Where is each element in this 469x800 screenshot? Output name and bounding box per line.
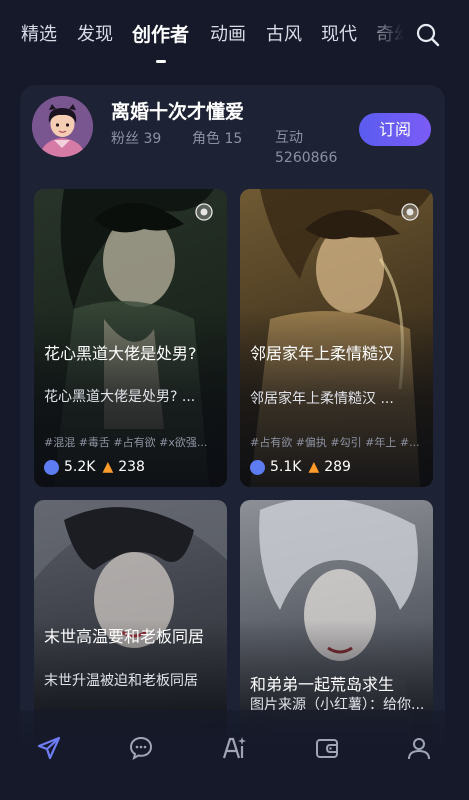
hot-count: 238	[118, 459, 145, 475]
card-title: 和弟弟一起荒岛求生	[250, 675, 395, 694]
creator-avatar[interactable]	[32, 96, 93, 157]
chat-count-icon	[250, 459, 265, 475]
tab-modern[interactable]: 现代	[321, 20, 357, 46]
card-description: 花心黑道大佬是处男? ...	[44, 389, 196, 405]
tab-featured[interactable]: 精选	[21, 20, 57, 46]
search-icon[interactable]	[414, 21, 442, 49]
creator-name[interactable]: 离婚十次才懂爱	[111, 97, 244, 124]
tab-animation[interactable]: 动画	[210, 20, 246, 46]
chat-count: 5.1K	[270, 459, 302, 475]
chat-count-icon	[44, 459, 59, 475]
bottom-navigation	[0, 710, 469, 800]
interaction-label: 互动	[275, 130, 303, 146]
profile-icon[interactable]	[405, 734, 433, 762]
character-card[interactable]: 邻居家年上柔情糙汉 邻居家年上柔情糙汉 ... #占有欲 #偏执 #勾引 #年上…	[240, 189, 433, 487]
subscribe-button[interactable]: 订阅	[359, 113, 431, 146]
view-icon	[401, 203, 419, 221]
card-title: 末世高温要和老板同居	[44, 627, 205, 646]
category-tabs: 精选 发现 创作者 动画 古风 现代 奇幻	[0, 0, 469, 72]
chat-count: 5.2K	[64, 459, 96, 475]
hot-count: 289	[324, 459, 351, 475]
ai-icon[interactable]	[220, 734, 248, 762]
tab-ancient[interactable]: 古风	[266, 20, 302, 46]
card-title: 邻居家年上柔情糙汉	[250, 344, 395, 363]
interaction-value: 5260866	[275, 150, 338, 166]
card-description: 邻居家年上柔情糙汉 ...	[250, 391, 394, 407]
fire-icon: ▲	[308, 459, 320, 475]
card-description: 末世升温被迫和老板同居	[44, 673, 198, 689]
active-tab-indicator	[156, 60, 166, 63]
tab-creators[interactable]: 创作者	[132, 20, 189, 47]
card-tags: #混混 #毒舌 #占有欲 #x欲强...	[44, 436, 208, 449]
card-stats: 5.2K ▲ 238	[44, 459, 145, 475]
roles-count: 角色 15	[192, 131, 243, 147]
chat-icon[interactable]	[127, 734, 155, 762]
card-stats: 5.1K ▲ 289	[250, 459, 351, 475]
send-icon[interactable]	[35, 734, 63, 762]
tab-discover[interactable]: 发现	[77, 20, 113, 46]
wallet-icon[interactable]	[313, 734, 341, 762]
view-icon	[195, 203, 213, 221]
card-title: 花心黑道大佬是处男?	[44, 344, 197, 363]
card-tags: #占有欲 #偏执 #勾引 #年上 #...	[250, 436, 420, 449]
tab-fade	[360, 14, 412, 54]
fans-count: 粉丝 39	[111, 131, 162, 147]
interaction-count: 互动 5260866	[275, 128, 337, 168]
character-card[interactable]: 花心黑道大佬是处男? 花心黑道大佬是处男? ... #混混 #毒舌 #占有欲 #…	[34, 189, 227, 487]
fire-icon: ▲	[102, 459, 114, 475]
